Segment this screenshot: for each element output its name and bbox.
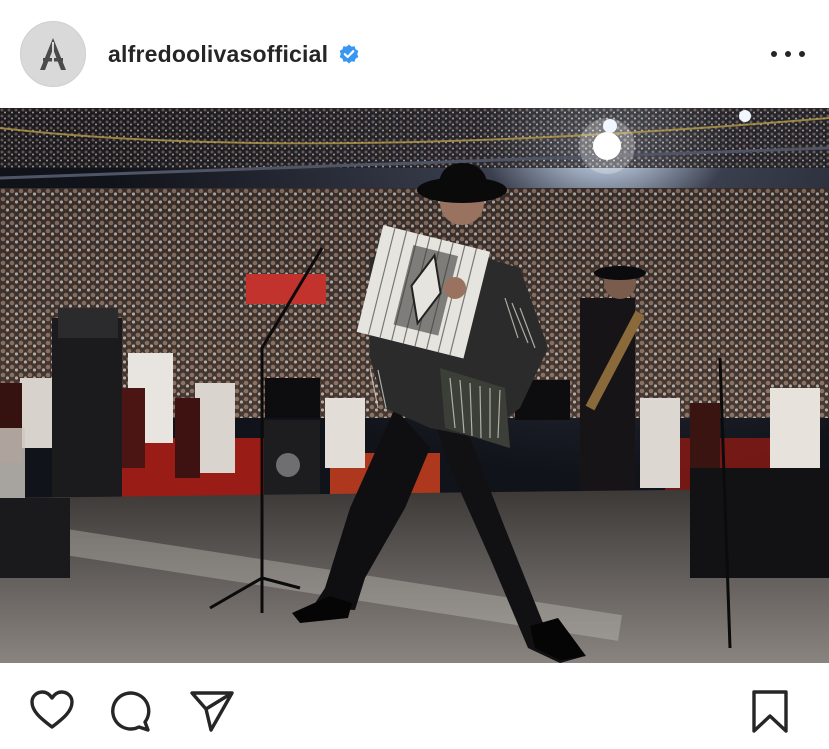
comment-icon[interactable] xyxy=(108,689,154,733)
post-photo[interactable] xyxy=(0,108,829,663)
username-link[interactable]: alfredoolivasofficial xyxy=(108,41,328,68)
avatar[interactable] xyxy=(20,21,86,87)
verified-badge-icon xyxy=(338,43,360,65)
post-header: alfredoolivasofficial xyxy=(0,0,829,108)
logo-a-icon xyxy=(40,38,66,70)
bookmark-icon[interactable] xyxy=(750,689,790,735)
heart-icon[interactable] xyxy=(28,689,76,731)
more-options-icon[interactable] xyxy=(771,42,805,66)
post-actions xyxy=(0,663,829,749)
share-icon[interactable] xyxy=(188,689,236,733)
